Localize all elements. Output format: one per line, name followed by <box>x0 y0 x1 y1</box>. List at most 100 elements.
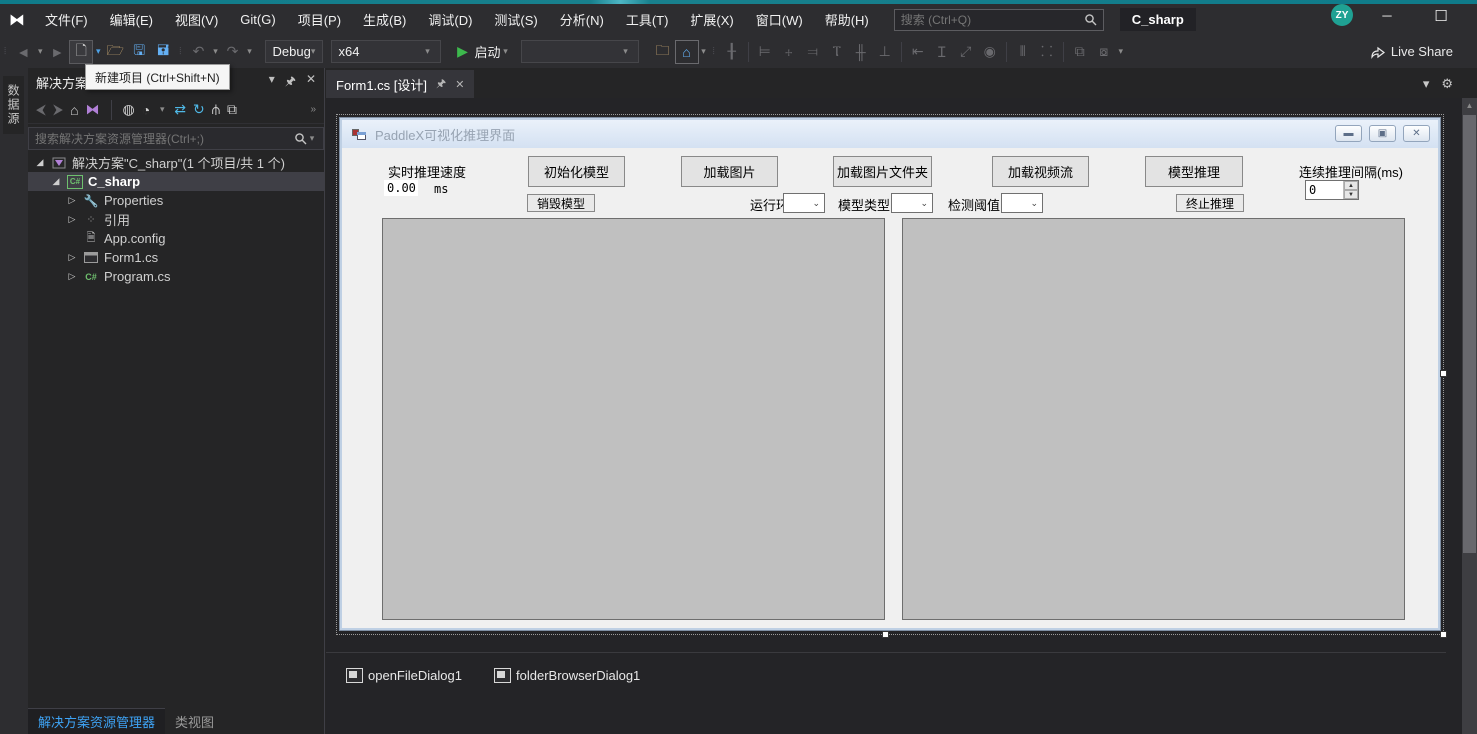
settings-gear-icon[interactable]: ⚙ <box>1441 76 1453 92</box>
toolbar-grip[interactable]: ⦙ <box>713 46 716 57</box>
menu-window[interactable]: 窗口(W) <box>745 4 814 35</box>
show-all-files-icon[interactable]: ⧉ <box>227 101 237 118</box>
quick-search-input[interactable] <box>901 13 1084 27</box>
minimize-button[interactable]: ─ <box>1365 0 1409 31</box>
form-minimize-button[interactable]: ▬ <box>1335 125 1362 142</box>
make-same-height-icon[interactable]: Ｉ <box>930 40 954 64</box>
collapsed-arrow-icon[interactable]: ▷ <box>66 195 78 206</box>
make-same-size-icon[interactable]: ⤢ <box>954 40 978 64</box>
pin-icon[interactable]: 🖈 <box>436 75 446 94</box>
size-to-grid-icon[interactable]: ◉ <box>978 40 1002 64</box>
interval-value[interactable]: 0 <box>1306 181 1343 199</box>
init-model-button[interactable]: 初始化模型 <box>528 156 625 187</box>
send-to-back-icon[interactable]: ⧇ <box>1092 40 1116 64</box>
menu-project[interactable]: 项目(P) <box>287 4 352 35</box>
undo-icon[interactable]: ↶ <box>187 40 211 64</box>
runtime-env-combobox[interactable]: ⌄ <box>783 193 825 213</box>
search-options-caret[interactable]: ▾ <box>307 133 317 144</box>
tree-row-references[interactable]: ▷ ⁘ 引用 <box>28 210 324 229</box>
toolbar-grip[interactable]: ⦙ <box>179 46 182 57</box>
menu-view[interactable]: 视图(V) <box>164 4 229 35</box>
toolbar-overflow-icon[interactable]: » <box>310 104 316 115</box>
horizontal-spacing-icon[interactable]: ⦀ <box>1011 40 1035 64</box>
collapsed-arrow-icon[interactable]: ▷ <box>66 252 78 263</box>
spin-up-icon[interactable]: ▲ <box>1344 181 1358 190</box>
account-avatar[interactable]: ZY <box>1331 4 1353 26</box>
tree-row-form1[interactable]: ▷ Form1.cs <box>28 248 324 267</box>
tab-class-view[interactable]: 类视图 <box>165 708 224 734</box>
resize-handle-right[interactable] <box>1440 370 1447 377</box>
load-video-stream-button[interactable]: 加载视频流 <box>992 156 1089 187</box>
align-bottoms-icon[interactable]: ⊥ <box>873 40 897 64</box>
resize-handle-bottom[interactable] <box>882 631 889 638</box>
tree-row-properties[interactable]: ▷ 🔧 Properties <box>28 191 324 210</box>
close-icon[interactable]: ✕ <box>306 72 316 93</box>
toolbar-grip[interactable]: ⦙ <box>4 46 7 57</box>
navigate-back-icon[interactable]: ◄ <box>11 40 35 64</box>
align-middles-icon[interactable]: ╫ <box>849 40 873 64</box>
menu-analyze[interactable]: 分析(N) <box>549 4 615 35</box>
tab-list-caret-icon[interactable]: ▾ <box>1423 76 1430 92</box>
pin-icon[interactable]: 🖈 <box>285 72 296 93</box>
find-in-files-icon[interactable]: 🗀 <box>651 40 675 64</box>
collapsed-arrow-icon[interactable]: ▷ <box>66 271 78 282</box>
new-project-caret[interactable]: ▾ <box>93 46 103 57</box>
menu-test[interactable]: 测试(S) <box>483 4 548 35</box>
spin-down-icon[interactable]: ▼ <box>1344 190 1358 199</box>
new-project-icon[interactable]: 🗋 <box>69 40 93 64</box>
quick-search-box[interactable] <box>894 9 1104 31</box>
load-image-folder-button[interactable]: 加载图片文件夹 <box>833 156 932 187</box>
startup-item-dropdown[interactable]: ▾ <box>521 40 639 63</box>
pending-changes-filter-icon[interactable]: ◍ <box>123 101 135 118</box>
undo-caret[interactable]: ▾ <box>211 46 221 57</box>
sync-with-active-document-icon[interactable]: ⇄ <box>174 101 186 118</box>
vertical-spacing-icon[interactable]: ⸬ <box>1035 40 1059 64</box>
bring-to-front-icon[interactable]: ⧉ <box>1068 40 1092 64</box>
navigate-forward-icon[interactable]: ► <box>45 40 69 64</box>
component-folderbrowserdialog[interactable]: folderBrowserDialog1 <box>494 668 640 683</box>
tree-forward-icon[interactable]: ⮞ <box>53 101 63 118</box>
make-same-width-icon[interactable]: ⇤ <box>906 40 930 64</box>
redo-caret[interactable]: ▾ <box>245 46 255 57</box>
tree-row-appconfig[interactable]: 🗎 App.config <box>28 229 324 248</box>
tree-row-project[interactable]: ◢ C# C_sharp <box>28 172 324 191</box>
platform-dropdown[interactable]: x64▾ <box>331 40 441 63</box>
maximize-button[interactable]: ☐ <box>1419 0 1463 31</box>
model-type-combobox[interactable]: ⌄ <box>891 193 933 213</box>
collapse-all-icon[interactable]: ⫛ <box>212 101 220 118</box>
toolbar-overflow-caret[interactable]: ▾ <box>699 46 709 57</box>
menu-file[interactable]: 文件(F) <box>34 4 99 35</box>
save-icon[interactable]: 🖫 <box>127 40 151 64</box>
home-icon[interactable]: ⌂ <box>70 102 78 118</box>
menu-edit[interactable]: 编辑(E) <box>99 4 164 35</box>
align-tops-icon[interactable]: Ⲧ <box>825 40 849 64</box>
load-image-button[interactable]: 加载图片 <box>681 156 778 187</box>
live-share-button[interactable]: Live Share <box>1370 35 1453 68</box>
solution-search-input[interactable] <box>35 132 294 146</box>
panel-options-caret-icon[interactable]: ▾ <box>269 72 275 93</box>
align-rights-icon[interactable]: ⫤ <box>801 40 825 64</box>
menu-tools[interactable]: 工具(T) <box>615 4 680 35</box>
start-debug-label[interactable]: 启动 <box>475 42 501 61</box>
configuration-dropdown[interactable]: Debug▾ <box>265 40 323 63</box>
layout-toolbar-caret[interactable]: ▾ <box>1116 46 1126 57</box>
speed-value-textbox[interactable]: 0.00 <box>384 180 418 196</box>
picturebox-result[interactable] <box>902 218 1405 620</box>
menu-git[interactable]: Git(G) <box>229 4 286 35</box>
destroy-model-button[interactable]: 销毁模型 <box>527 194 595 212</box>
switch-views-icon[interactable]: ⧓ <box>86 101 100 118</box>
detect-threshold-combobox[interactable]: ⌄ <box>1001 193 1043 213</box>
menu-debug[interactable]: 调试(D) <box>417 4 483 35</box>
align-centers-icon[interactable]: ⧾ <box>777 40 801 64</box>
expanded-arrow-icon[interactable]: ◢ <box>50 176 62 187</box>
picturebox-source[interactable] <box>382 218 885 620</box>
align-lefts-icon[interactable]: ⊨ <box>753 40 777 64</box>
navigate-back-caret[interactable]: ▾ <box>35 46 45 57</box>
menu-build[interactable]: 生成(B) <box>352 4 417 35</box>
preview-in-browser-icon[interactable]: ⌂ <box>675 40 699 64</box>
component-openfiledialog[interactable]: openFileDialog1 <box>346 668 462 683</box>
tab-form1-designer[interactable]: Form1.cs [设计] 🖈 ✕ <box>326 70 474 98</box>
redo-icon[interactable]: ↷ <box>221 40 245 64</box>
form-maximize-button[interactable]: ▣ <box>1369 125 1396 142</box>
tree-row-solution[interactable]: ◢ 解决方案"C_sharp"(1 个项目/共 1 个) <box>28 153 324 172</box>
